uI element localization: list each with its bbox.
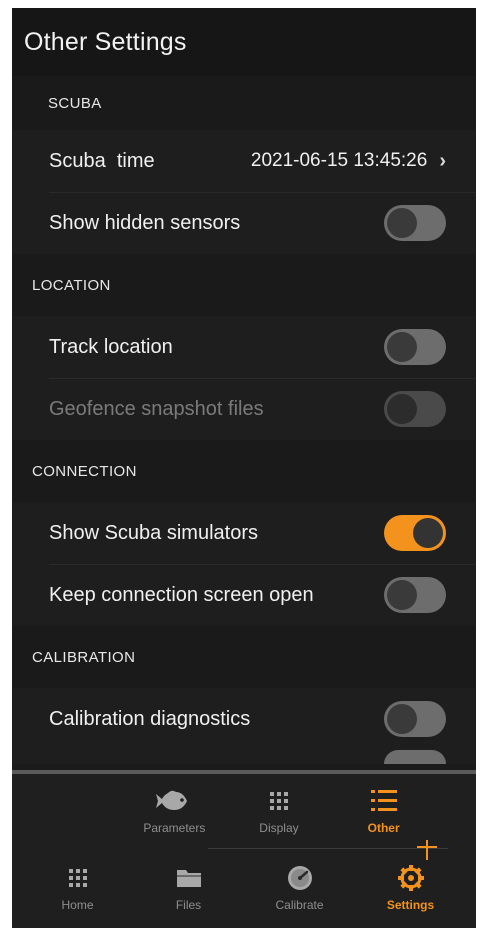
geofence-snapshot-label: Geofence snapshot files [49, 397, 264, 420]
tab-label: Calibrate [275, 898, 324, 912]
keep-connection-open-toggle[interactable] [384, 577, 446, 613]
toggle-knob [387, 704, 417, 734]
section-title: CALIBRATION [32, 648, 136, 666]
main-tabs: Home Files Calibrate Settings [12, 848, 476, 928]
tab-calibrate[interactable]: Calibrate [255, 864, 345, 912]
active-tab-connector [417, 840, 437, 860]
scuba-time-value-group: 2021-06-15 13:45:26 › [251, 150, 446, 173]
tab-settings[interactable]: Settings [366, 864, 456, 912]
scuba-time-row[interactable]: Scuba time 2021-06-15 13:45:26 › [12, 130, 476, 192]
subtab-label: Parameters [143, 821, 206, 835]
subtab-label: Display [259, 821, 299, 835]
grid-icon [68, 864, 87, 892]
calibration-diagnostics-label: Calibration diagnostics [49, 707, 251, 730]
section-title: SCUBA [48, 94, 102, 112]
show-hidden-sensors-label: Show hidden sensors [49, 211, 241, 234]
subtab-label: Other [367, 821, 400, 835]
chevron-right-icon: › [439, 149, 446, 172]
fish-icon [156, 787, 192, 815]
section-title: CONNECTION [32, 462, 137, 480]
show-simulators-row: Show Scuba simulators [12, 502, 476, 564]
track-location-label: Track location [49, 335, 173, 358]
subtab-divider [208, 848, 448, 849]
calibration-diagnostics-toggle[interactable] [384, 701, 446, 737]
settings-screen: Other Settings SCUBA Scuba time 2021-06-… [12, 8, 476, 928]
next-row-partial [12, 750, 476, 764]
show-hidden-sensors-toggle[interactable] [384, 205, 446, 241]
track-location-toggle[interactable] [384, 329, 446, 365]
grid-icon [269, 787, 288, 815]
toggle-knob [387, 394, 417, 424]
section-header-connection: CONNECTION [12, 440, 476, 502]
tab-home[interactable]: Home [33, 864, 123, 912]
section-header-calibration: CALIBRATION [12, 626, 476, 688]
scuba-time-label: Scuba time [49, 149, 155, 172]
geofence-snapshot-row: Geofence snapshot files [12, 378, 476, 440]
partial-toggle[interactable] [384, 750, 446, 764]
top-bar: Other Settings [12, 8, 476, 76]
settings-subtabs: Parameters Display Other [12, 774, 476, 848]
subtab-display[interactable]: Display [234, 787, 324, 835]
tab-label: Home [61, 898, 94, 912]
show-hidden-sensors-row: Show hidden sensors [12, 192, 476, 254]
toggle-knob [387, 580, 417, 610]
gauge-icon [287, 864, 313, 892]
keep-connection-open-row: Keep connection screen open [12, 564, 476, 626]
tab-files[interactable]: Files [144, 864, 234, 912]
gear-icon [397, 864, 424, 892]
tab-label: Files [175, 898, 202, 912]
section-header-location: LOCATION [12, 254, 476, 316]
subtab-parameters[interactable]: Parameters [129, 787, 219, 835]
list-icon [370, 787, 397, 815]
page-title: Other Settings [24, 27, 187, 56]
geofence-snapshot-toggle [384, 391, 446, 427]
section-title: LOCATION [32, 276, 111, 294]
bottom-navigation: Parameters Display Other Home Files Cali… [12, 770, 476, 928]
section-header-scuba: SCUBA [12, 76, 476, 130]
toggle-knob [387, 208, 417, 238]
scuba-time-value: 2021-06-15 13:45:26 [250, 150, 428, 171]
folder-icon [176, 864, 202, 892]
calibration-diagnostics-row: Calibration diagnostics [12, 688, 476, 750]
keep-connection-open-label: Keep connection screen open [49, 583, 314, 606]
toggle-knob [413, 518, 443, 548]
subtab-other[interactable]: Other [339, 787, 429, 835]
show-simulators-label: Show Scuba simulators [49, 521, 258, 544]
tab-label: Settings [386, 898, 435, 912]
show-simulators-toggle[interactable] [384, 515, 446, 551]
track-location-row: Track location [12, 316, 476, 378]
toggle-knob [387, 332, 417, 362]
